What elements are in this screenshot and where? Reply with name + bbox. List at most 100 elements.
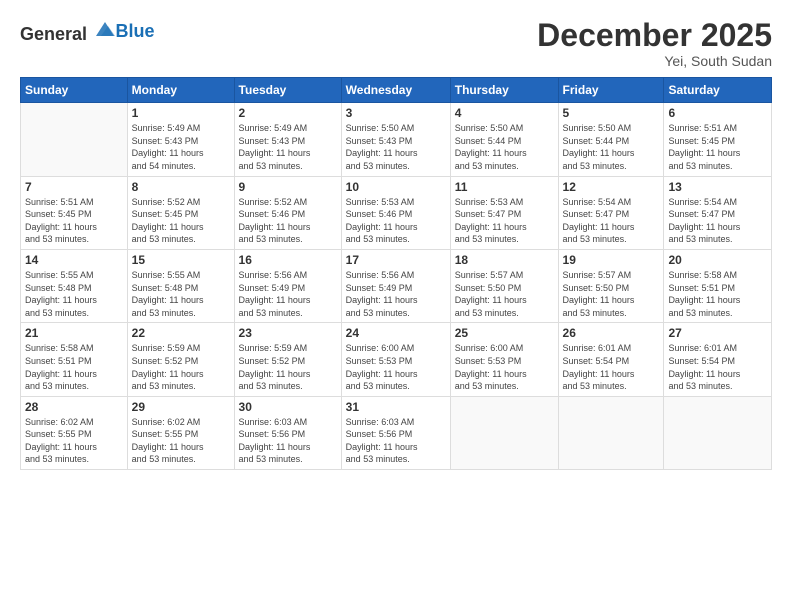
logo-icon [94, 18, 116, 40]
day-info: Sunrise: 6:00 AM Sunset: 5:53 PM Dayligh… [346, 342, 446, 392]
day-number: 22 [132, 326, 230, 340]
day-number: 5 [563, 106, 660, 120]
day-info: Sunrise: 5:50 AM Sunset: 5:44 PM Dayligh… [455, 122, 554, 172]
calendar-cell: 16 Sunrise: 5:56 AM Sunset: 5:49 PM Dayli… [234, 249, 341, 322]
calendar-cell: 30 Sunrise: 6:03 AM Sunset: 5:56 PM Dayli… [234, 396, 341, 469]
calendar-cell: 27 Sunrise: 6:01 AM Sunset: 5:54 PM Dayli… [664, 323, 772, 396]
day-number: 27 [668, 326, 767, 340]
day-number: 28 [25, 400, 123, 414]
col-saturday: Saturday [664, 78, 772, 103]
day-info: Sunrise: 5:58 AM Sunset: 5:51 PM Dayligh… [668, 269, 767, 319]
day-info: Sunrise: 5:57 AM Sunset: 5:50 PM Dayligh… [563, 269, 660, 319]
day-number: 18 [455, 253, 554, 267]
day-info: Sunrise: 6:01 AM Sunset: 5:54 PM Dayligh… [668, 342, 767, 392]
day-info: Sunrise: 5:56 AM Sunset: 5:49 PM Dayligh… [239, 269, 337, 319]
day-number: 25 [455, 326, 554, 340]
day-info: Sunrise: 5:52 AM Sunset: 5:46 PM Dayligh… [239, 196, 337, 246]
day-info: Sunrise: 5:58 AM Sunset: 5:51 PM Dayligh… [25, 342, 123, 392]
calendar-cell: 8 Sunrise: 5:52 AM Sunset: 5:45 PM Daylig… [127, 176, 234, 249]
day-info: Sunrise: 6:01 AM Sunset: 5:54 PM Dayligh… [563, 342, 660, 392]
calendar-cell: 19 Sunrise: 5:57 AM Sunset: 5:50 PM Dayli… [558, 249, 664, 322]
calendar-cell: 6 Sunrise: 5:51 AM Sunset: 5:45 PM Daylig… [664, 103, 772, 176]
page-container: General Blue December 2025 Yei, South Su… [0, 0, 792, 480]
calendar-cell: 23 Sunrise: 5:59 AM Sunset: 5:52 PM Dayli… [234, 323, 341, 396]
day-number: 26 [563, 326, 660, 340]
calendar-cell: 15 Sunrise: 5:55 AM Sunset: 5:48 PM Dayli… [127, 249, 234, 322]
day-info: Sunrise: 5:54 AM Sunset: 5:47 PM Dayligh… [563, 196, 660, 246]
col-wednesday: Wednesday [341, 78, 450, 103]
header-row: General Blue December 2025 Yei, South Su… [20, 18, 772, 69]
day-number: 19 [563, 253, 660, 267]
day-number: 31 [346, 400, 446, 414]
subtitle: Yei, South Sudan [537, 53, 772, 69]
day-info: Sunrise: 5:53 AM Sunset: 5:46 PM Dayligh… [346, 196, 446, 246]
calendar-cell: 5Sunrise: 5:50 AM Sunset: 5:44 PM Daylig… [558, 103, 664, 176]
calendar-cell: 9 Sunrise: 5:52 AM Sunset: 5:46 PM Daylig… [234, 176, 341, 249]
calendar-cell [558, 396, 664, 469]
calendar-cell [450, 396, 558, 469]
day-info: Sunrise: 6:03 AM Sunset: 5:56 PM Dayligh… [239, 416, 337, 466]
day-number: 7 [25, 180, 123, 194]
calendar-cell: 18Sunrise: 5:57 AM Sunset: 5:50 PM Dayli… [450, 249, 558, 322]
col-monday: Monday [127, 78, 234, 103]
day-number: 11 [455, 180, 554, 194]
day-number: 16 [239, 253, 337, 267]
day-number: 23 [239, 326, 337, 340]
day-info: Sunrise: 5:59 AM Sunset: 5:52 PM Dayligh… [239, 342, 337, 392]
calendar-cell: 22Sunrise: 5:59 AM Sunset: 5:52 PM Dayli… [127, 323, 234, 396]
day-number: 30 [239, 400, 337, 414]
day-info: Sunrise: 5:52 AM Sunset: 5:45 PM Dayligh… [132, 196, 230, 246]
day-info: Sunrise: 5:53 AM Sunset: 5:47 PM Dayligh… [455, 196, 554, 246]
calendar-cell: 3 Sunrise: 5:50 AM Sunset: 5:43 PM Daylig… [341, 103, 450, 176]
day-number: 15 [132, 253, 230, 267]
day-info: Sunrise: 5:51 AM Sunset: 5:45 PM Dayligh… [668, 122, 767, 172]
day-info: Sunrise: 5:55 AM Sunset: 5:48 PM Dayligh… [132, 269, 230, 319]
title-block: December 2025 Yei, South Sudan [537, 18, 772, 69]
week-row-1: 1 Sunrise: 5:49 AM Sunset: 5:43 PM Daylig… [21, 103, 772, 176]
day-number: 2 [239, 106, 337, 120]
day-number: 14 [25, 253, 123, 267]
col-thursday: Thursday [450, 78, 558, 103]
calendar-cell: 29 Sunrise: 6:02 AM Sunset: 5:55 PM Dayli… [127, 396, 234, 469]
week-row-2: 7 Sunrise: 5:51 AM Sunset: 5:45 PM Daylig… [21, 176, 772, 249]
col-tuesday: Tuesday [234, 78, 341, 103]
day-number: 6 [668, 106, 767, 120]
calendar-cell: 10 Sunrise: 5:53 AM Sunset: 5:46 PM Dayli… [341, 176, 450, 249]
col-sunday: Sunday [21, 78, 128, 103]
day-info: Sunrise: 6:02 AM Sunset: 5:55 PM Dayligh… [25, 416, 123, 466]
calendar-cell: 1 Sunrise: 5:49 AM Sunset: 5:43 PM Daylig… [127, 103, 234, 176]
calendar-cell: 4 Sunrise: 5:50 AM Sunset: 5:44 PM Daylig… [450, 103, 558, 176]
day-info: Sunrise: 5:49 AM Sunset: 5:43 PM Dayligh… [132, 122, 230, 172]
calendar-cell: 12Sunrise: 5:54 AM Sunset: 5:47 PM Dayli… [558, 176, 664, 249]
day-info: Sunrise: 5:50 AM Sunset: 5:43 PM Dayligh… [346, 122, 446, 172]
day-number: 1 [132, 106, 230, 120]
day-number: 20 [668, 253, 767, 267]
day-number: 3 [346, 106, 446, 120]
week-row-3: 14 Sunrise: 5:55 AM Sunset: 5:48 PM Dayli… [21, 249, 772, 322]
logo-blue: Blue [116, 21, 155, 41]
day-info: Sunrise: 6:03 AM Sunset: 5:56 PM Dayligh… [346, 416, 446, 466]
day-number: 10 [346, 180, 446, 194]
calendar-cell: 7 Sunrise: 5:51 AM Sunset: 5:45 PM Daylig… [21, 176, 128, 249]
logo: General Blue [20, 18, 155, 45]
calendar-cell: 31 Sunrise: 6:03 AM Sunset: 5:56 PM Dayli… [341, 396, 450, 469]
day-info: Sunrise: 5:56 AM Sunset: 5:49 PM Dayligh… [346, 269, 446, 319]
week-row-4: 21 Sunrise: 5:58 AM Sunset: 5:51 PM Dayli… [21, 323, 772, 396]
day-info: Sunrise: 5:51 AM Sunset: 5:45 PM Dayligh… [25, 196, 123, 246]
day-info: Sunrise: 6:00 AM Sunset: 5:53 PM Dayligh… [455, 342, 554, 392]
day-info: Sunrise: 6:02 AM Sunset: 5:55 PM Dayligh… [132, 416, 230, 466]
col-friday: Friday [558, 78, 664, 103]
day-number: 29 [132, 400, 230, 414]
day-number: 24 [346, 326, 446, 340]
week-row-5: 28 Sunrise: 6:02 AM Sunset: 5:55 PM Dayli… [21, 396, 772, 469]
month-title: December 2025 [537, 18, 772, 53]
calendar-cell: 28 Sunrise: 6:02 AM Sunset: 5:55 PM Dayli… [21, 396, 128, 469]
day-number: 17 [346, 253, 446, 267]
calendar-cell: 20 Sunrise: 5:58 AM Sunset: 5:51 PM Dayli… [664, 249, 772, 322]
day-number: 9 [239, 180, 337, 194]
calendar-cell: 26 Sunrise: 6:01 AM Sunset: 5:54 PM Dayli… [558, 323, 664, 396]
day-number: 8 [132, 180, 230, 194]
day-number: 4 [455, 106, 554, 120]
calendar: Sunday Monday Tuesday Wednesday Thursday… [20, 77, 772, 470]
day-number: 21 [25, 326, 123, 340]
